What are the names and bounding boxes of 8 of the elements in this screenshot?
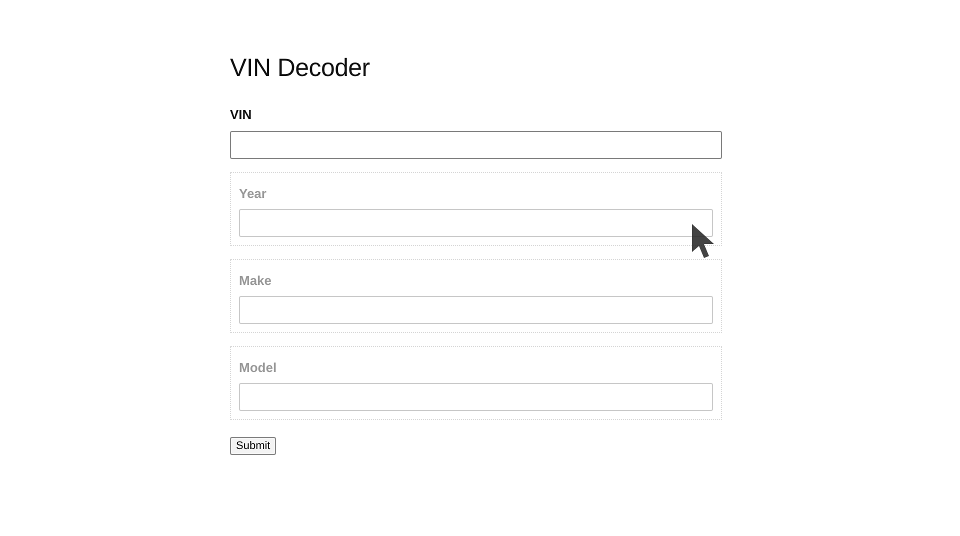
- field-label: VIN: [230, 107, 252, 123]
- field-label: Model: [239, 360, 277, 376]
- page-title: VIN Decoder: [230, 53, 371, 84]
- input-field[interactable]: [230, 131, 722, 159]
- cursor-icon: [691, 223, 715, 259]
- field-label: Make: [239, 273, 272, 289]
- field-label: Year: [239, 186, 266, 202]
- submit-button[interactable]: Submit: [230, 437, 276, 455]
